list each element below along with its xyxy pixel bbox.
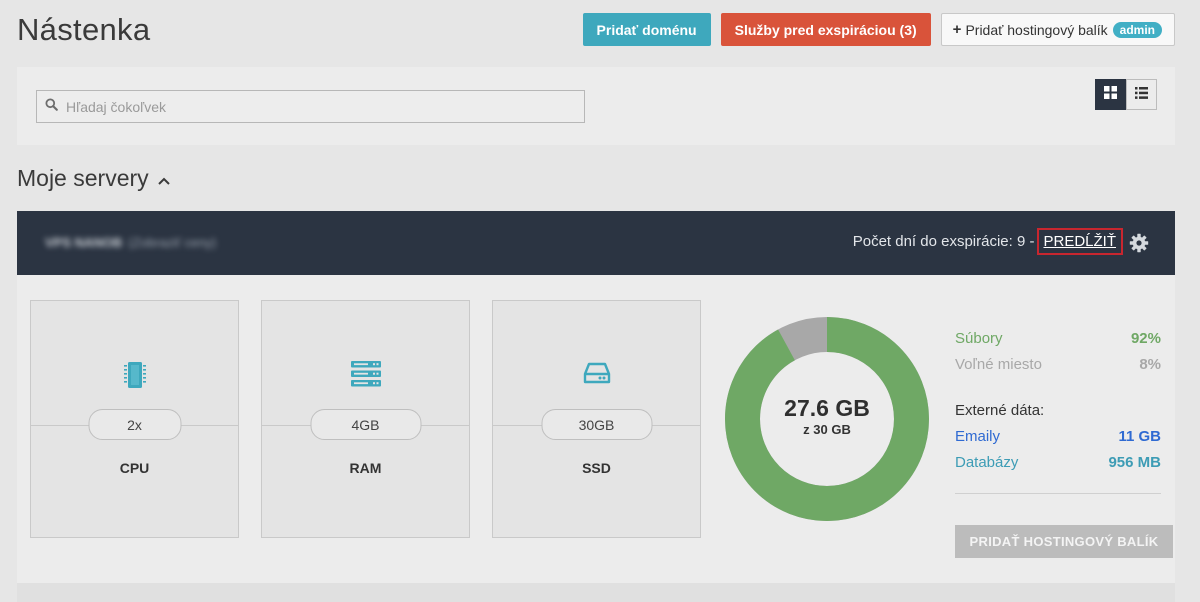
spec-value-pill: 2x <box>88 409 181 440</box>
expiring-services-button[interactable]: Služby pred exspiráciou (3) <box>720 13 931 46</box>
donut-center: 27.6 GB z 30 GB <box>725 317 929 521</box>
add-hosting-button[interactable]: + Pridať hostingový balík admin <box>940 13 1175 46</box>
spec-ssd: 30GB SSD <box>492 300 701 538</box>
gear-icon[interactable] <box>1129 233 1149 258</box>
spec-label: CPU <box>119 460 150 476</box>
storage-total: z 30 GB <box>803 422 851 437</box>
renew-link[interactable]: PREDĹŽIŤ <box>1037 228 1123 255</box>
spec-ram: 4GB RAM <box>261 300 470 538</box>
stat-emails-label: Emaily <box>955 427 1001 445</box>
spec-label: RAM <box>349 460 382 476</box>
plus-icon: + <box>952 21 962 38</box>
server-card: VPS NANOB (Zobraziť ceny) Počet dní do ex… <box>17 211 1175 583</box>
expiry-text: Počet dní do exspirácie: 9 - <box>852 233 1035 250</box>
grid-icon <box>1104 85 1117 104</box>
chevron-up-icon <box>157 165 171 192</box>
stat-databases-value: 956 MB <box>1108 453 1161 471</box>
stat-free-value: 8% <box>1139 355 1161 373</box>
spec-label: SSD <box>582 460 611 476</box>
server-name[interactable]: VPS NANOB (Zobraziť ceny) <box>45 235 216 250</box>
storage-stats: Súbory 92% Voľné miesto 8% Externé dáta:… <box>955 325 1161 494</box>
list-view-button[interactable] <box>1126 79 1157 110</box>
stat-files: Súbory 92% <box>955 325 1161 351</box>
header-actions: Pridať doménu Služby pred exspiráciou (3… <box>582 13 1175 46</box>
stat-databases-label: Databázy <box>955 453 1019 471</box>
expiry-info: Počet dní do exspirácie: 9 - PREDĹŽIŤ <box>853 228 1123 255</box>
stats-divider <box>955 493 1161 494</box>
page-title: Nástenka <box>17 12 151 47</box>
server-header: VPS NANOB (Zobraziť ceny) Počet dní do ex… <box>17 211 1175 275</box>
next-card-edge <box>17 583 1175 602</box>
section-title-text: Moje servery <box>17 165 149 191</box>
server-name-sub: (Zobraziť ceny) <box>128 235 217 250</box>
search-input[interactable] <box>66 98 546 115</box>
stat-files-label: Súbory <box>955 329 1003 347</box>
stat-emails-value: 11 GB <box>1118 427 1161 445</box>
stat-files-value: 92% <box>1130 329 1161 347</box>
view-toggle <box>1095 79 1157 110</box>
add-hosting-package-button[interactable]: PRIDAŤ HOSTINGOVÝ BALÍK <box>955 525 1173 558</box>
spec-value-pill: 4GB <box>310 409 421 440</box>
search-icon <box>45 97 58 116</box>
stat-databases: Databázy 956 MB <box>955 449 1161 475</box>
stat-free: Voľné miesto 8% <box>955 351 1161 377</box>
grid-view-button[interactable] <box>1095 79 1126 110</box>
section-title[interactable]: Moje servery <box>17 165 171 192</box>
list-icon <box>1135 86 1148 104</box>
cpu-chip-icon <box>31 361 238 389</box>
spec-value-pill: 30GB <box>541 409 652 440</box>
stat-free-label: Voľné miesto <box>955 355 1042 373</box>
search-box[interactable] <box>36 90 585 123</box>
stat-emails: Emaily 11 GB <box>955 423 1161 449</box>
hard-drive-icon <box>493 361 700 385</box>
spec-cpu: 2x CPU <box>30 300 239 538</box>
admin-badge: admin <box>1112 21 1162 38</box>
add-hosting-label: Pridať hostingový balík <box>965 21 1108 38</box>
search-panel <box>17 67 1175 145</box>
server-stack-icon <box>262 361 469 387</box>
storage-used: 27.6 GB <box>784 395 870 421</box>
external-data-title: Externé dáta: <box>955 401 1045 419</box>
add-domain-button[interactable]: Pridať doménu <box>582 13 711 46</box>
